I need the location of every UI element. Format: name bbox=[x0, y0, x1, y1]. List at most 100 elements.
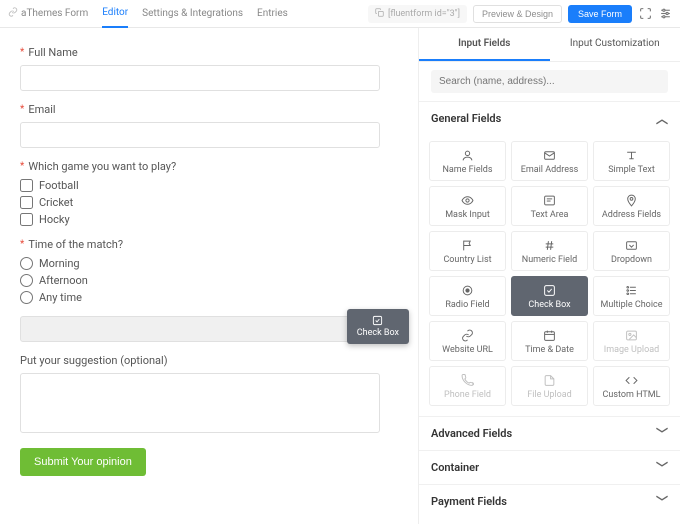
tab-input-customization[interactable]: Input Customization bbox=[550, 28, 680, 61]
field-card-text[interactable]: Simple Text bbox=[593, 141, 670, 181]
section-advanced[interactable]: Advanced Fields ﹀ bbox=[419, 416, 680, 450]
main: * Full Name * Email * Which game you wan… bbox=[0, 28, 680, 524]
radio-input[interactable] bbox=[20, 274, 33, 287]
fullscreen-icon[interactable] bbox=[638, 7, 652, 21]
field-card-url[interactable]: Website URL bbox=[429, 321, 506, 361]
label-text: Email bbox=[28, 103, 55, 116]
link-icon bbox=[8, 7, 18, 20]
section-general[interactable]: General Fields ︿ bbox=[419, 101, 680, 135]
field-game[interactable]: * Which game you want to play? Football … bbox=[20, 160, 398, 226]
name-icon bbox=[461, 149, 474, 162]
option-text: Cricket bbox=[39, 196, 73, 209]
submit-button[interactable]: Submit Your opinion bbox=[20, 448, 146, 476]
field-fullname[interactable]: * Full Name bbox=[20, 46, 398, 91]
tab-editor[interactable]: Editor bbox=[102, 0, 128, 28]
radio-input[interactable] bbox=[20, 257, 33, 270]
field-card-address[interactable]: Address Fields bbox=[593, 186, 670, 226]
option-text: Hocky bbox=[39, 213, 70, 226]
field-label: * Full Name bbox=[20, 46, 398, 59]
field-card-country[interactable]: Country List bbox=[429, 231, 506, 271]
card-label: Image Upload bbox=[604, 345, 659, 355]
field-card-textarea[interactable]: Text Area bbox=[511, 186, 588, 226]
label-text: Which game you want to play? bbox=[28, 160, 176, 173]
field-time[interactable]: * Time of the match? Morning Afternoon A… bbox=[20, 238, 398, 304]
field-card-date[interactable]: Time & Date bbox=[511, 321, 588, 361]
card-label: File Upload bbox=[527, 390, 572, 400]
header-left: aThemes Form Editor Settings & Integrati… bbox=[8, 0, 288, 28]
file-icon bbox=[543, 374, 556, 387]
chip-label: Check Box bbox=[357, 328, 399, 338]
url-icon bbox=[461, 329, 474, 342]
card-label: Radio Field bbox=[445, 300, 489, 310]
mask-icon bbox=[461, 194, 474, 207]
date-icon bbox=[543, 329, 556, 342]
phone-icon bbox=[461, 374, 474, 387]
app-header: aThemes Form Editor Settings & Integrati… bbox=[0, 0, 680, 28]
radio-option[interactable]: Any time bbox=[20, 291, 398, 304]
field-card-numeric[interactable]: Numeric Field bbox=[511, 231, 588, 271]
brand-text: aThemes Form bbox=[21, 8, 88, 19]
search-input[interactable] bbox=[431, 70, 668, 93]
required-marker: * bbox=[20, 104, 24, 115]
email-input[interactable] bbox=[20, 122, 380, 148]
option-text: Afternoon bbox=[39, 274, 88, 287]
tab-input-fields[interactable]: Input Fields bbox=[419, 28, 550, 61]
text-icon bbox=[625, 149, 638, 162]
card-label: Website URL bbox=[442, 345, 493, 355]
section-title: Payment Fields bbox=[431, 495, 507, 508]
checkbox-option[interactable]: Hocky bbox=[20, 213, 398, 226]
card-label: Dropdown bbox=[611, 255, 652, 265]
radio-option[interactable]: Afternoon bbox=[20, 274, 398, 287]
shortcode-display[interactable]: [fluentform id="3"] bbox=[368, 5, 467, 23]
section-title: General Fields bbox=[431, 112, 501, 125]
card-label: Text Area bbox=[531, 210, 569, 220]
label-text: Time of the match? bbox=[28, 238, 123, 251]
save-button[interactable]: Save Form bbox=[568, 5, 632, 23]
checkbox-option[interactable]: Football bbox=[20, 179, 398, 192]
option-text: Any time bbox=[39, 291, 82, 304]
address-icon bbox=[625, 194, 638, 207]
field-label: * Email bbox=[20, 103, 398, 116]
field-email[interactable]: * Email bbox=[20, 103, 398, 148]
field-suggestion[interactable]: Put your suggestion (optional) bbox=[20, 354, 398, 436]
field-card-dropdown[interactable]: Dropdown bbox=[593, 231, 670, 271]
radio-option[interactable]: Morning bbox=[20, 257, 398, 270]
checkbox-input[interactable] bbox=[20, 179, 33, 192]
tab-settings[interactable]: Settings & Integrations bbox=[142, 0, 243, 27]
sidebar-tabs: Input Fields Input Customization bbox=[419, 28, 680, 62]
card-label: Custom HTML bbox=[603, 390, 661, 400]
field-card-multi[interactable]: Multiple Choice bbox=[593, 276, 670, 316]
checkbox-input[interactable] bbox=[20, 196, 33, 209]
checkbox-option[interactable]: Cricket bbox=[20, 196, 398, 209]
fullname-input[interactable] bbox=[20, 65, 380, 91]
tab-entries[interactable]: Entries bbox=[257, 0, 288, 27]
email-icon bbox=[543, 149, 556, 162]
field-label: * Which game you want to play? bbox=[20, 160, 398, 173]
section-title: Advanced Fields bbox=[431, 427, 512, 440]
field-card-mask[interactable]: Mask Input bbox=[429, 186, 506, 226]
label-text: Put your suggestion (optional) bbox=[20, 354, 168, 367]
field-card-html[interactable]: Custom HTML bbox=[593, 366, 670, 406]
radio-input[interactable] bbox=[20, 291, 33, 304]
field-card-image[interactable]: Image Upload bbox=[593, 321, 670, 361]
sidebar: Input Fields Input Customization General… bbox=[418, 28, 680, 524]
card-label: Time & Date bbox=[525, 345, 574, 355]
section-container[interactable]: Container ﹀ bbox=[419, 450, 680, 484]
field-card-radio[interactable]: Radio Field bbox=[429, 276, 506, 316]
field-label: Put your suggestion (optional) bbox=[20, 354, 398, 367]
field-card-name[interactable]: Name Fields bbox=[429, 141, 506, 181]
card-label: Mask Input bbox=[445, 210, 490, 220]
dragging-chip[interactable]: Check Box bbox=[347, 309, 409, 344]
option-text: Morning bbox=[39, 257, 80, 270]
checkbox-input[interactable] bbox=[20, 213, 33, 226]
copy-icon bbox=[375, 8, 384, 20]
settings-icon[interactable] bbox=[658, 7, 672, 21]
field-card-email[interactable]: Email Address bbox=[511, 141, 588, 181]
section-payment[interactable]: Payment Fields ﹀ bbox=[419, 484, 680, 518]
preview-button[interactable]: Preview & Design bbox=[473, 5, 562, 23]
suggestion-textarea[interactable] bbox=[20, 373, 380, 433]
image-icon bbox=[625, 329, 638, 342]
field-card-phone[interactable]: Phone Field bbox=[429, 366, 506, 406]
field-card-checkbox[interactable]: Check Box bbox=[511, 276, 588, 316]
field-card-file[interactable]: File Upload bbox=[511, 366, 588, 406]
